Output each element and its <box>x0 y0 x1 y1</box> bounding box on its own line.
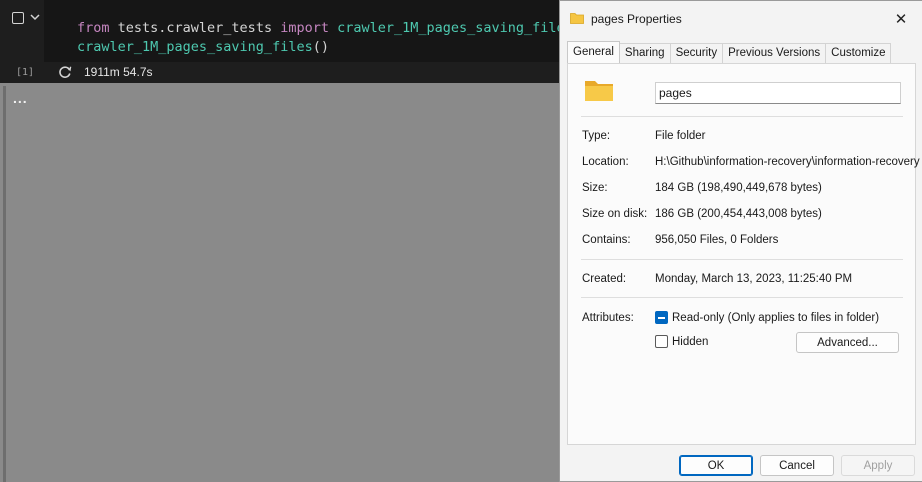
contains-value: 956,050 Files, 0 Folders <box>655 234 779 246</box>
tab-security[interactable]: Security <box>669 43 724 63</box>
contains-label: Contains: <box>582 234 631 246</box>
ok-button[interactable]: OK <box>679 455 753 476</box>
folder-icon-large <box>585 81 613 101</box>
running-spinner-icon <box>59 66 72 78</box>
general-tab-panel: Type: File folder Location: H:\Github\in… <box>567 63 920 445</box>
folder-name-input[interactable] <box>655 82 901 104</box>
separator <box>581 297 903 298</box>
size-on-disk-label: Size on disk: <box>582 208 648 220</box>
type-value: File folder <box>655 130 706 142</box>
properties-dialog: pages Properties ✕ General Sharing Secur… <box>559 0 922 482</box>
hidden-label: Hidden <box>672 335 709 348</box>
tab-customize[interactable]: Customize <box>825 43 892 63</box>
location-value: H:\Github\information-recovery\informati… <box>655 156 920 168</box>
dialog-titlebar[interactable]: pages Properties ✕ <box>560 1 922 37</box>
close-icon: ✕ <box>894 11 908 28</box>
chevron-down-icon[interactable] <box>29 11 41 23</box>
size-value: 184 GB (198,490,449,678 bytes) <box>655 182 822 194</box>
separator <box>581 116 903 117</box>
output-ellipsis[interactable]: ... <box>13 90 28 106</box>
execution-status: 1911m 54.7s <box>58 64 153 80</box>
cancel-button[interactable]: Cancel <box>760 455 834 476</box>
attributes-label: Attributes: <box>582 312 634 324</box>
advanced-button[interactable]: Advanced... <box>796 332 899 353</box>
module-name: tests.crawler_tests <box>109 20 281 36</box>
close-button[interactable]: ✕ <box>879 1 922 37</box>
dialog-title: pages Properties <box>591 12 682 26</box>
folder-icon <box>570 13 584 24</box>
size-label: Size: <box>582 182 608 194</box>
hidden-checkbox-box[interactable] <box>655 335 668 348</box>
readonly-checkbox-box[interactable] <box>655 311 668 324</box>
type-label: Type: <box>582 130 611 142</box>
keyword-import: import <box>280 20 329 36</box>
tab-sharing[interactable]: Sharing <box>618 43 671 63</box>
size-on-disk-value: 186 GB (200,454,443,008 bytes) <box>655 208 822 220</box>
execution-count: [1] <box>16 67 35 78</box>
imported-function: crawler_1M_pages_saving_files <box>328 20 573 36</box>
code-line-2: crawler_1M_pages_saving_files() <box>77 39 329 55</box>
readonly-label: Read-only (Only applies to files in fold… <box>672 311 880 324</box>
keyword-from: from <box>77 20 110 36</box>
separator <box>581 259 903 260</box>
execution-time: 1911m 54.7s <box>84 65 153 79</box>
hidden-checkbox[interactable]: Hidden <box>655 335 708 348</box>
output-side-bar <box>3 86 6 482</box>
tab-general[interactable]: General <box>567 41 620 63</box>
tab-previous-versions[interactable]: Previous Versions <box>722 43 827 63</box>
tab-strip: General Sharing Security Previous Versio… <box>567 41 892 63</box>
apply-button[interactable]: Apply <box>841 455 915 476</box>
stop-icon[interactable] <box>12 12 24 24</box>
call-parens: () <box>312 39 329 55</box>
code-line-1: from tests.crawler_tests import crawler_… <box>77 20 573 36</box>
created-value: Monday, March 13, 2023, 11:25:40 PM <box>655 273 853 285</box>
function-call: crawler_1M_pages_saving_files <box>77 39 313 55</box>
created-label: Created: <box>582 273 627 285</box>
location-label: Location: <box>582 156 629 168</box>
readonly-checkbox[interactable]: Read-only (Only applies to files in fold… <box>655 311 879 324</box>
